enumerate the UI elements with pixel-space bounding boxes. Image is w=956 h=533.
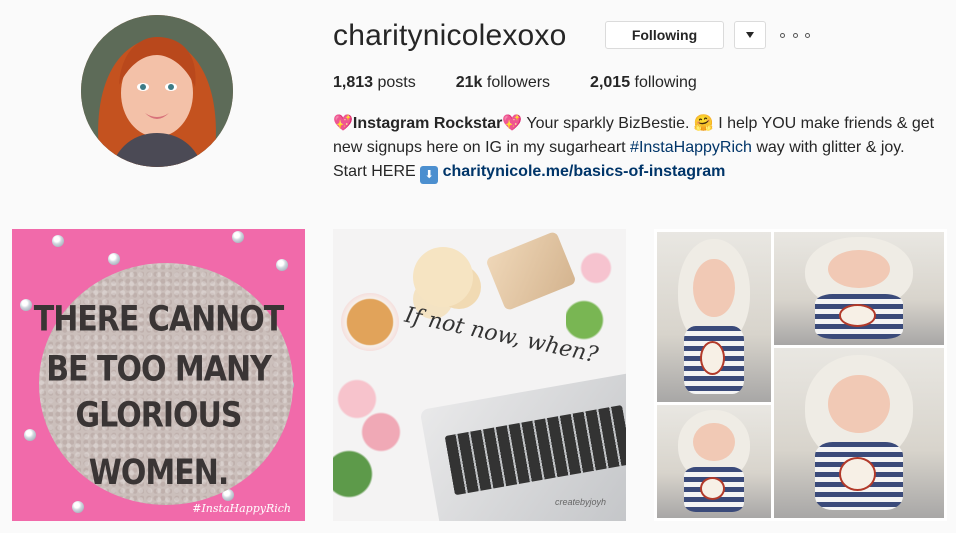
profile-avatar[interactable] <box>81 15 233 167</box>
followers-stat[interactable]: 21k followers <box>456 74 550 92</box>
diamond-icon <box>108 253 120 265</box>
collage-photo <box>657 232 771 402</box>
dot-icon <box>792 32 798 38</box>
post-watermark: #InstaHappyRich <box>192 502 291 515</box>
dot-icon <box>780 32 785 38</box>
avatar-portrait-icon <box>81 15 233 167</box>
caret-down-icon <box>746 32 754 38</box>
phone-image <box>485 230 577 312</box>
quote-line: THERE CANNOT <box>33 299 285 340</box>
posts-stat: 1,813 posts <box>333 74 416 92</box>
post-thumbnail[interactable]: THERE CANNOT BE TOO MANY GLORIOUS WOMEN.… <box>12 229 305 521</box>
collage-photo <box>774 348 944 518</box>
followers-label: followers <box>486 74 551 91</box>
sparkling-heart-icon: 💖 <box>502 115 523 132</box>
profile-page: charitynicolexoxo Following 1,813 posts … <box>0 0 956 533</box>
following-label: following <box>634 74 697 91</box>
profile-bio: 💖Instagram Rockstar💖 Your sparkly BizBes… <box>333 112 938 184</box>
face-shape <box>828 250 890 289</box>
quote-line: GLORIOUS WOMEN. <box>75 395 243 494</box>
sparkling-heart-icon: 💖 <box>333 115 353 132</box>
keyboard-image <box>444 404 626 496</box>
diamond-icon <box>72 501 84 513</box>
collage-photo <box>774 232 944 345</box>
more-options-button[interactable] <box>780 27 810 43</box>
hugging-face-icon: 🤗 <box>693 115 714 132</box>
post-signature: createbyjoyh <box>554 497 606 507</box>
followers-count: 21k <box>455 74 483 91</box>
post-thumbnail[interactable] <box>654 229 947 521</box>
coffee-cup-image <box>341 293 399 351</box>
post-thumbnail[interactable]: If not now, when? createbyjoyh <box>333 229 626 521</box>
down-arrow-icon: ⬇ <box>420 166 439 184</box>
following-button[interactable]: Following <box>605 21 724 49</box>
profile-full-name: Instagram Rockstar <box>352 115 503 132</box>
face-shape <box>693 259 735 317</box>
profile-username: charitynicolexoxo <box>333 19 567 52</box>
bio-text: Your sparkly BizBestie. <box>522 115 694 132</box>
macarons-image <box>413 247 473 307</box>
dot-icon <box>805 32 810 38</box>
following-count: 2,015 <box>590 74 631 91</box>
roses-image <box>333 369 413 519</box>
diamond-icon <box>276 259 288 271</box>
face-shape <box>693 423 735 462</box>
face-shape <box>828 375 890 433</box>
diamond-icon <box>52 235 64 247</box>
collage-photo <box>657 405 771 518</box>
month-sticker-icon <box>838 456 876 491</box>
posts-label: posts <box>377 74 416 91</box>
bio-hashtag-link[interactable]: #InstaHappyRich <box>630 139 752 156</box>
posts-count: 1,813 <box>333 74 374 91</box>
following-stat[interactable]: 2,015 following <box>590 74 697 92</box>
diamond-icon <box>232 231 244 243</box>
month-sticker-icon <box>838 304 876 327</box>
bio-website-link[interactable]: charitynicole.me/basics-of-instagram <box>443 163 726 180</box>
profile-stats: 1,813 posts 21k followers 2,015 followin… <box>333 74 737 92</box>
suggested-dropdown-button[interactable] <box>734 21 766 49</box>
